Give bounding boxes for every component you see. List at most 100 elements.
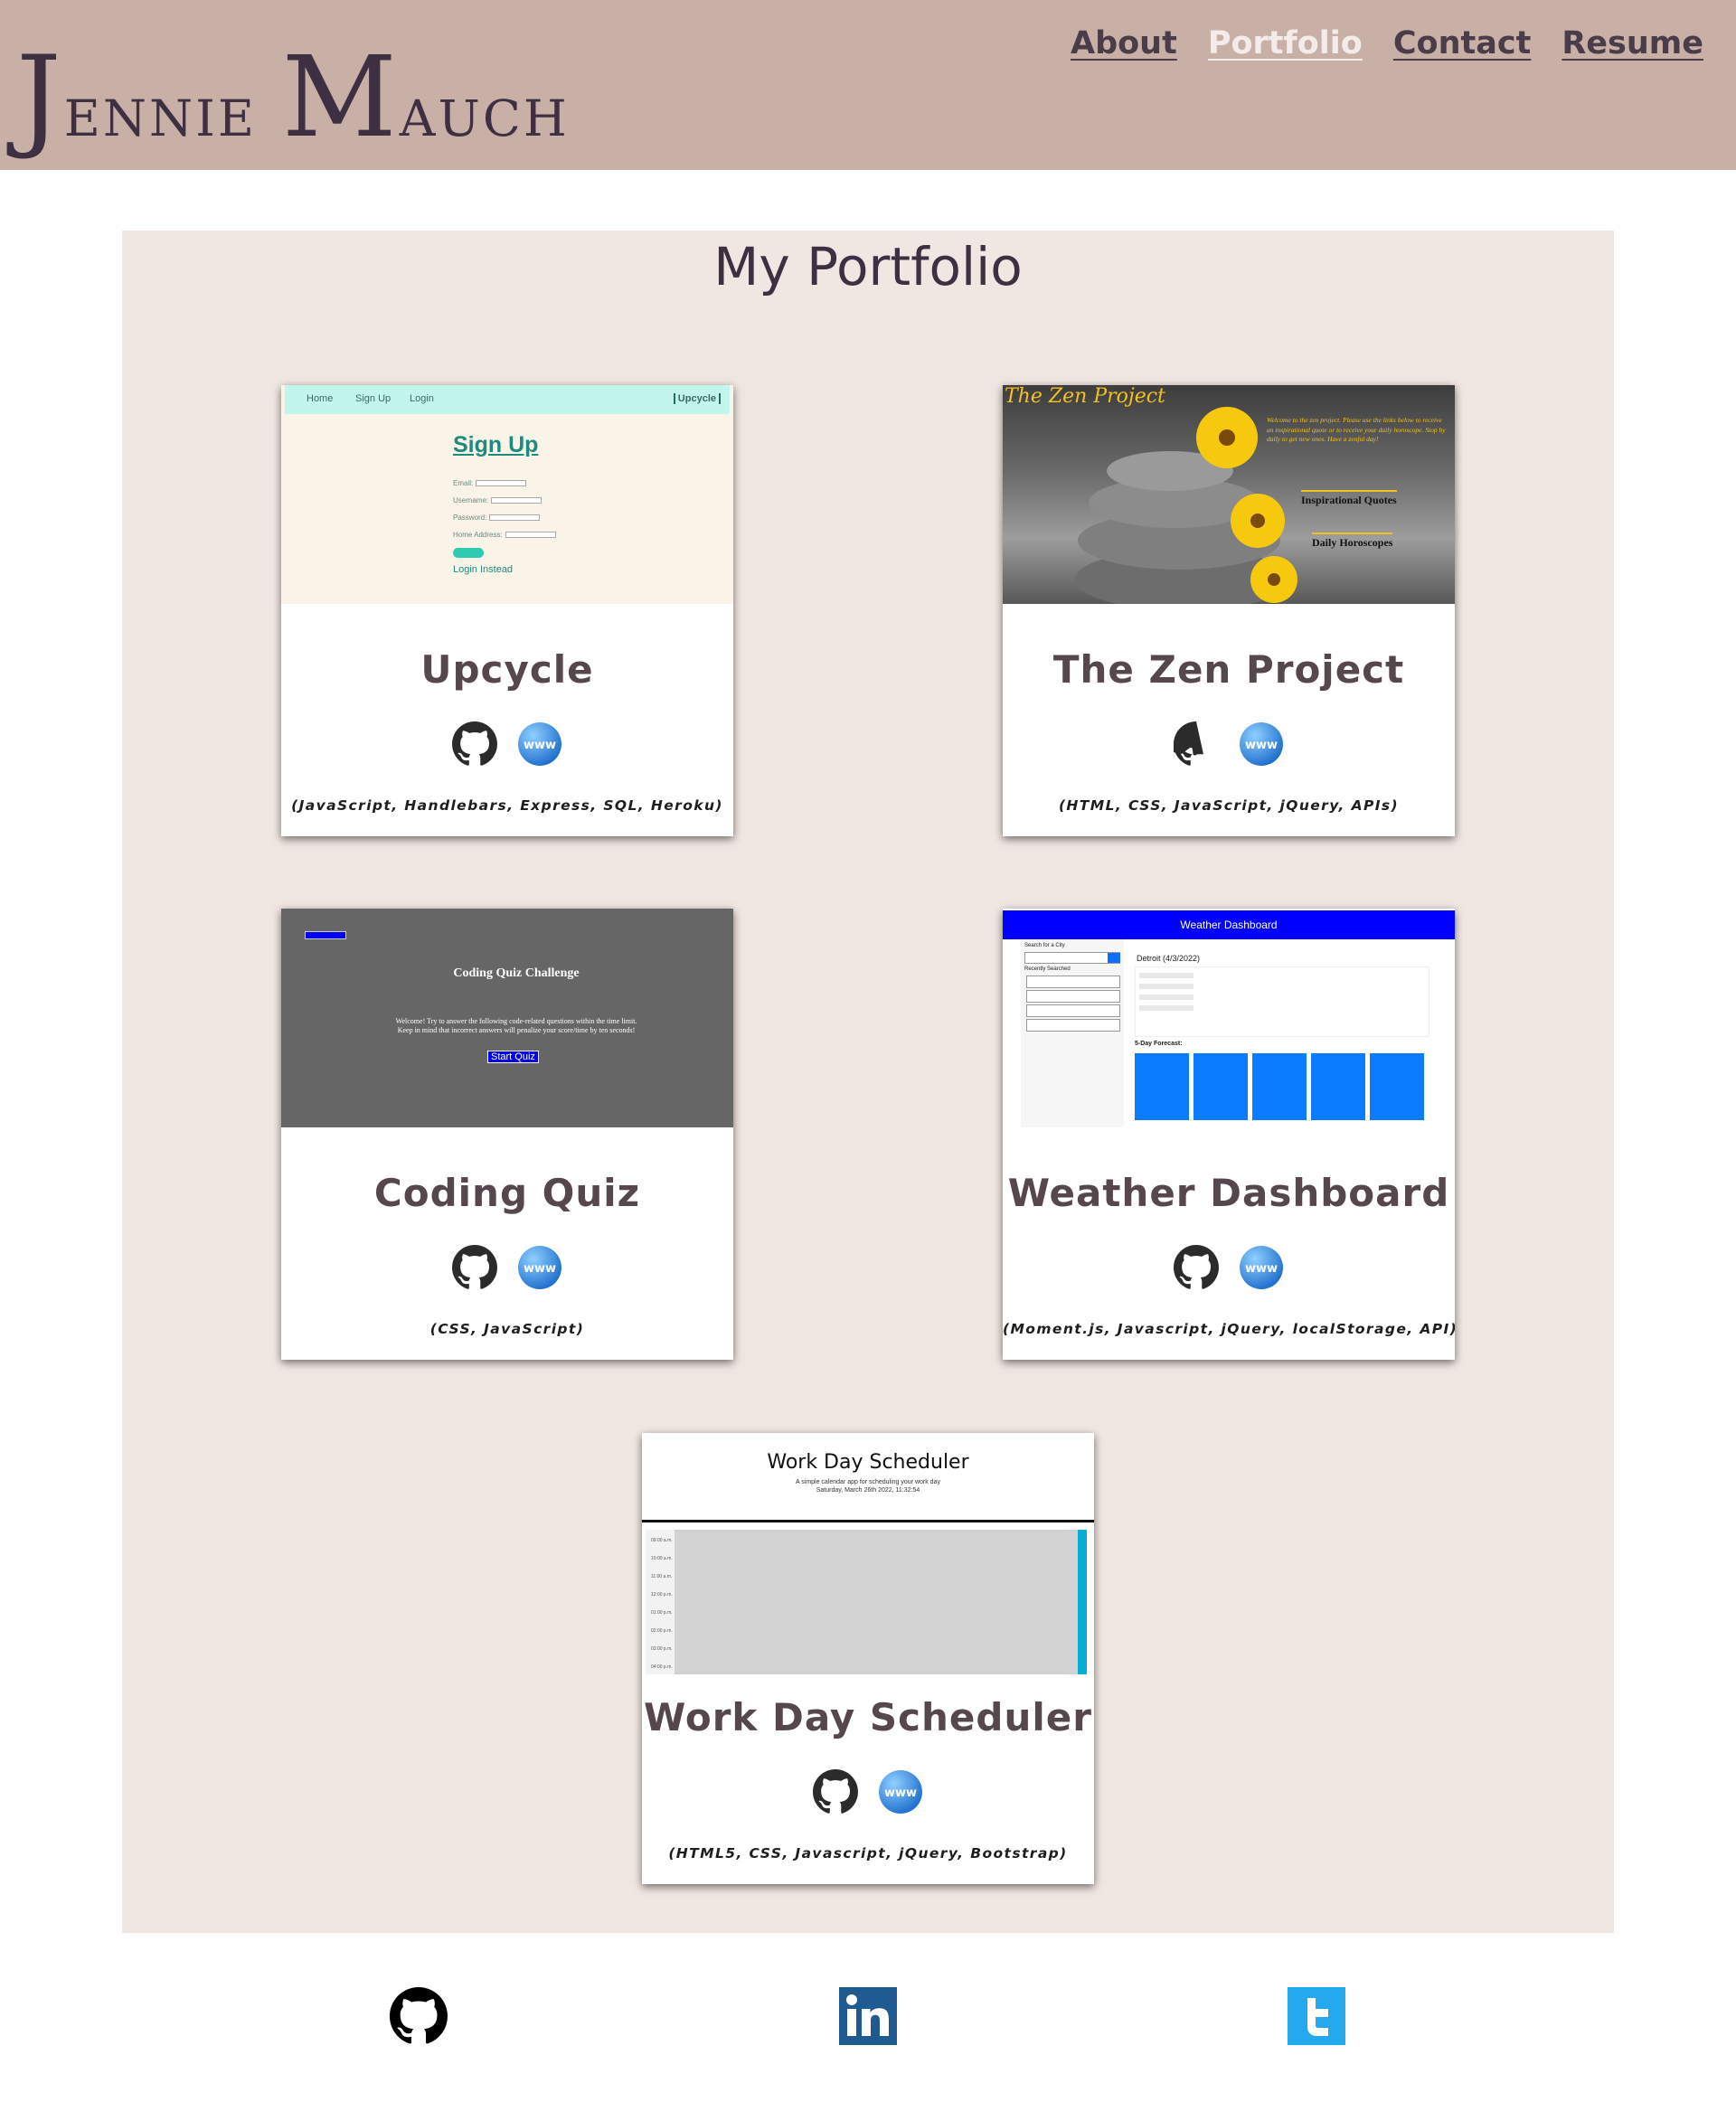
project-title: The Zen Project (1052, 647, 1405, 692)
thumb-time-label: 03:00 p.m. (651, 1646, 673, 1652)
www-globe-icon[interactable]: www (878, 1769, 923, 1815)
project-links: www (1003, 1245, 1455, 1290)
project-links: www (1003, 721, 1455, 767)
thumb-time-label: 11:00 a.m. (651, 1574, 673, 1579)
svg-text:www: www (524, 1262, 556, 1276)
project-thumbnail[interactable]: Home Sign Up Login Upcycle Sign Up Email… (281, 385, 733, 604)
thumb-time-label: 09:00 a.m. (651, 1538, 673, 1543)
thumb-recent-item (1026, 990, 1120, 1003)
project-title: Coding Quiz (373, 1171, 641, 1215)
project-card-coding-quiz: Coding Quiz Challenge Welcome! Try to an… (281, 909, 733, 1360)
thumb-nav-item: Login (410, 393, 434, 404)
thumb-search-label: Search for a City (1024, 943, 1065, 948)
project-title: Weather Dashboard (1007, 1171, 1450, 1215)
thumb-link: Login Instead (453, 564, 514, 575)
project-tech-stack: (JavaScript, Handlebars, Express, SQL, H… (291, 797, 723, 814)
nav-resume[interactable]: Resume (1561, 25, 1703, 61)
thumb-city: Detroit (4/3/2022) (1137, 954, 1201, 963)
project-thumbnail[interactable]: Work Day Scheduler A simple calendar app… (642, 1433, 1094, 1677)
thumb-forecast-label: 5-Day Forecast: (1135, 1041, 1183, 1047)
www-globe-icon[interactable]: www (1239, 721, 1284, 767)
project-tech-stack: (HTML5, CSS, Javascript, jQuery, Bootstr… (668, 1845, 1068, 1862)
thumb-forecast-day (1311, 1053, 1365, 1120)
project-card-upcycle: Home Sign Up Login Upcycle Sign Up Email… (281, 385, 733, 836)
thumb-time-label: 01:00 p.m. (651, 1610, 673, 1616)
linkedin-icon[interactable] (839, 1987, 897, 2045)
logo-initial-first: J (16, 33, 64, 163)
nav-portfolio[interactable]: Portfolio (1208, 25, 1363, 61)
thumb-link: Inspirational Quotes (1301, 490, 1397, 507)
svg-text:www: www (524, 739, 556, 752)
thumb-heading: Coding Quiz Challenge (453, 966, 580, 980)
svg-text:www: www (1245, 1262, 1278, 1276)
thumb-field: Password: (453, 514, 541, 522)
site-header: Jennie Mauch About Portfolio Contact Res… (0, 0, 1736, 170)
thumb-heading: The Zen Project (1005, 385, 1165, 408)
thumb-link: Daily Horoscopes (1312, 533, 1393, 550)
thumb-forecast-day (1135, 1053, 1189, 1120)
github-icon[interactable] (390, 1987, 448, 2045)
logo-first-name: ennie (63, 71, 257, 153)
thumb-brand: Upcycle (673, 393, 721, 404)
project-links: www (281, 1245, 733, 1290)
www-globe-icon[interactable]: www (1239, 1245, 1284, 1290)
thumb-past-block (675, 1530, 1078, 1674)
thumb-heading: Sign Up (453, 432, 539, 457)
project-tech-stack: (Moment.js, Javascript, jQuery, localSto… (1003, 1321, 1455, 1337)
thumb-divider (642, 1520, 1094, 1522)
project-card-zen: The Zen Project Welcome to the zen proje… (1003, 385, 1455, 836)
project-card-work-day-scheduler: Work Day Scheduler A simple calendar app… (642, 1433, 1094, 1884)
thumb-subtitle: A simple calendar app for scheduling you… (796, 1479, 940, 1494)
project-links: www (642, 1769, 1094, 1815)
thumb-button (453, 548, 484, 558)
twitter-icon[interactable] (1288, 1987, 1345, 2045)
thumb-forecast-day (1194, 1053, 1248, 1120)
thumb-save-column (1078, 1530, 1087, 1674)
thumb-heading: Work Day Scheduler (767, 1451, 969, 1474)
thumb-time-label: 10:00 a.m. (651, 1556, 673, 1561)
thumb-text: Welcome! Try to answer the following cod… (395, 1017, 637, 1035)
thumb-blurb: Welcome to the zen project. Please use t… (1267, 416, 1446, 443)
thumb-heading: Weather Dashboard (1003, 910, 1455, 939)
thumb-current-weather (1135, 966, 1429, 1037)
www-globe-icon[interactable]: www (517, 721, 562, 767)
github-icon[interactable] (813, 1769, 858, 1815)
thumb-field: Home Address: (453, 531, 556, 539)
page-title: My Portfolio (713, 236, 1023, 297)
svg-text:www: www (884, 1786, 917, 1800)
project-title: Upcycle (420, 647, 594, 692)
thumb-time-label: 02:00 p.m. (651, 1628, 673, 1634)
thumb-nav-item: Home (307, 393, 334, 404)
project-thumbnail[interactable]: The Zen Project Welcome to the zen proje… (1003, 385, 1455, 604)
www-globe-icon[interactable]: www (517, 1245, 562, 1290)
github-icon[interactable] (452, 1245, 497, 1290)
thumb-sidebar: Search for a City Recently Searched (1021, 939, 1124, 1127)
project-links: www (281, 721, 733, 767)
thumb-navbar: Home Sign Up Login Upcycle (285, 385, 730, 414)
svg-text:www: www (1245, 739, 1278, 752)
thumb-time-label: 12:00 p.m. (651, 1592, 673, 1598)
thumb-time-label: 04:00 p.m. (651, 1664, 673, 1670)
project-tech-stack: (CSS, JavaScript) (429, 1321, 585, 1337)
main-nav: About Portfolio Contact Resume (1071, 25, 1703, 61)
project-thumbnail[interactable]: Coding Quiz Challenge Welcome! Try to an… (281, 909, 733, 1127)
project-thumbnail[interactable]: Weather Dashboard Search for a City Rece… (1003, 909, 1455, 1127)
github-icon[interactable] (1174, 721, 1219, 767)
logo-initial-last: M (281, 33, 400, 163)
github-icon[interactable] (1174, 1245, 1219, 1290)
thumb-recent-label: Recently Searched (1024, 966, 1071, 972)
thumb-highscores-button (305, 931, 346, 939)
project-card-weather-dashboard: Weather Dashboard Search for a City Rece… (1003, 909, 1455, 1360)
site-logo[interactable]: Jennie Mauch (16, 20, 570, 177)
project-tech-stack: (HTML, CSS, JavaScript, jQuery, APIs) (1058, 797, 1400, 814)
thumb-recent-item (1026, 976, 1120, 988)
nav-contact[interactable]: Contact (1393, 25, 1531, 61)
nav-about[interactable]: About (1071, 25, 1177, 61)
thumb-search-input (1024, 952, 1120, 964)
github-icon[interactable] (452, 721, 497, 767)
thumb-nav-item: Sign Up (355, 393, 392, 404)
logo-last-name: auch (399, 71, 570, 153)
thumb-field: Email: (453, 479, 527, 487)
thumb-forecast-day (1252, 1053, 1307, 1120)
thumb-recent-item (1026, 1019, 1120, 1032)
